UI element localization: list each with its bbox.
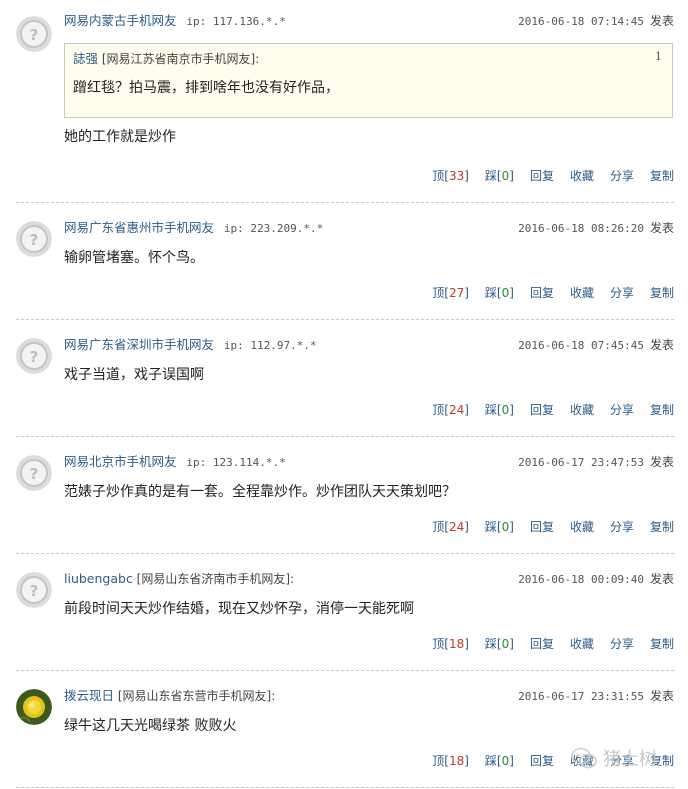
quote-location: [网易江苏省南京市手机网友]:: [101, 52, 260, 66]
copy-button[interactable]: 复制: [650, 403, 674, 417]
svg-text:?: ?: [30, 26, 39, 44]
ip-address: ip: 123.114.*.*: [186, 456, 286, 469]
svg-text:?: ?: [30, 582, 39, 600]
comment-header: 网易广东省深圳市手机网友 ip: 112.97.*.* 2016-06-18 0…: [64, 336, 674, 354]
avatar-default[interactable]: ?: [16, 338, 52, 374]
quote-header: 誌强 [网易江苏省南京市手机网友]:: [73, 51, 259, 67]
svg-text:?: ?: [30, 348, 39, 366]
quote-username-link[interactable]: 誌强: [73, 51, 98, 66]
reply-button[interactable]: 回复: [530, 520, 554, 534]
reply-button[interactable]: 回复: [530, 286, 554, 300]
comment-text: 输卵管堵塞。怀个鸟。: [64, 250, 204, 266]
copy-button[interactable]: 复制: [650, 637, 674, 651]
reply-button[interactable]: 回复: [530, 403, 554, 417]
username-link[interactable]: liubengabc: [64, 571, 133, 586]
ip-address: ip: 223.209.*.*: [223, 222, 324, 235]
downvote-button[interactable]: 踩[0]: [485, 520, 514, 534]
floor-number: 1: [655, 50, 662, 63]
ip-address: ip: 117.136.*.*: [186, 15, 286, 28]
upvote-button[interactable]: 顶[33]: [432, 169, 469, 183]
post-time: 2016-06-17 23:31:55 发表: [518, 689, 674, 703]
share-button[interactable]: 分享: [610, 403, 634, 417]
post-time: 2016-06-18 08:26:20 发表: [518, 221, 674, 235]
post-time: 2016-06-18 00:09:40 发表: [518, 572, 674, 586]
copy-button[interactable]: 复制: [650, 520, 674, 534]
avatar-default[interactable]: ?: [16, 455, 52, 491]
share-button[interactable]: 分享: [610, 637, 634, 651]
divider: [16, 319, 674, 320]
upvote-button[interactable]: 顶[18]: [432, 754, 469, 768]
divider: [16, 436, 674, 437]
comment-text: 她的工作就是炒作: [64, 129, 176, 145]
wechat-icon: [571, 747, 597, 769]
copy-button[interactable]: 复制: [650, 169, 674, 183]
watermark-text: 猪上树: [603, 749, 657, 770]
user-location: [网易山东省东营市手机网友]:: [117, 689, 276, 703]
favorite-button[interactable]: 收藏: [570, 169, 594, 183]
divider: [16, 787, 674, 788]
post-time: 2016-06-18 07:45:45 发表: [518, 338, 674, 352]
username-link[interactable]: 网易广东省惠州市手机网友: [64, 220, 214, 235]
comment-header: 网易北京市手机网友 ip: 123.114.*.* 2016-06-17 23:…: [64, 453, 674, 471]
reply-button[interactable]: 回复: [530, 637, 554, 651]
username-link[interactable]: 拨云现日: [64, 688, 114, 703]
svg-text:?: ?: [30, 465, 39, 483]
quote-text: 蹭红毯？拍马震，排到啥年也没有好作品，: [73, 80, 339, 96]
comment-text: 绿牛这几天光喝绿茶 败败火: [64, 718, 237, 734]
divider: [16, 202, 674, 203]
comment-header: 拨云现日 [网易山东省东营市手机网友]: 2016-06-17 23:31:55…: [64, 687, 674, 705]
comment-actions: 顶[18] 踩[0] 回复 收藏 分享 复制: [432, 635, 674, 653]
downvote-button[interactable]: 踩[0]: [485, 169, 514, 183]
upvote-button[interactable]: 顶[24]: [432, 520, 469, 534]
avatar-dandelion[interactable]: [16, 689, 52, 725]
share-button[interactable]: 分享: [610, 169, 634, 183]
copy-button[interactable]: 复制: [650, 286, 674, 300]
ip-address: ip: 112.97.*.*: [223, 339, 317, 352]
quoted-comment: 誌强 [网易江苏省南京市手机网友]: 1 蹭红毯？拍马震，排到啥年也没有好作品，: [64, 43, 673, 118]
avatar-default[interactable]: ?: [16, 16, 52, 52]
username-link[interactable]: 网易广东省深圳市手机网友: [64, 337, 214, 352]
avatar-default[interactable]: ?: [16, 221, 52, 257]
downvote-button[interactable]: 踩[0]: [485, 286, 514, 300]
user-location: [网易山东省济南市手机网友]:: [136, 572, 295, 586]
post-time: 2016-06-18 07:14:45 发表: [518, 14, 674, 28]
avatar-default[interactable]: ?: [16, 572, 52, 608]
divider: [16, 553, 674, 554]
downvote-button[interactable]: 踩[0]: [485, 637, 514, 651]
comment-header: 网易内蒙古手机网友 ip: 117.136.*.* 2016-06-18 07:…: [64, 12, 674, 30]
downvote-button[interactable]: 踩[0]: [485, 754, 514, 768]
upvote-button[interactable]: 顶[24]: [432, 403, 469, 417]
watermark: 猪上树: [571, 743, 657, 773]
divider: [16, 670, 674, 671]
reply-button[interactable]: 回复: [530, 754, 554, 768]
share-button[interactable]: 分享: [610, 286, 634, 300]
comment-actions: 顶[24] 踩[0] 回复 收藏 分享 复制: [432, 401, 674, 419]
username-link[interactable]: 网易内蒙古手机网友: [64, 13, 177, 28]
favorite-button[interactable]: 收藏: [570, 520, 594, 534]
post-time: 2016-06-17 23:47:53 发表: [518, 455, 674, 469]
comment-actions: 顶[24] 踩[0] 回复 收藏 分享 复制: [432, 518, 674, 536]
share-button[interactable]: 分享: [610, 520, 634, 534]
comment-header: 网易广东省惠州市手机网友 ip: 223.209.*.* 2016-06-18 …: [64, 219, 674, 237]
comment-text: 前段时间天天炒作结婚，现在又炒怀孕，消停一天能死啊: [64, 601, 414, 617]
upvote-button[interactable]: 顶[27]: [432, 286, 469, 300]
favorite-button[interactable]: 收藏: [570, 637, 594, 651]
downvote-button[interactable]: 踩[0]: [485, 403, 514, 417]
comment-text: 戏子当道，戏子误国啊: [64, 367, 204, 383]
favorite-button[interactable]: 收藏: [570, 403, 594, 417]
reply-button[interactable]: 回复: [530, 169, 554, 183]
comment-actions: 顶[27] 踩[0] 回复 收藏 分享 复制: [432, 284, 674, 302]
favorite-button[interactable]: 收藏: [570, 286, 594, 300]
svg-text:?: ?: [30, 231, 39, 249]
username-link[interactable]: 网易北京市手机网友: [64, 454, 177, 469]
comment-actions: 顶[33] 踩[0] 回复 收藏 分享 复制: [432, 167, 674, 185]
comment-text: 范婊子炒作真的是有一套。全程靠炒作。炒作团队天天策划吧？: [64, 484, 456, 500]
comment-header: liubengabc [网易山东省济南市手机网友]: 2016-06-18 00…: [64, 570, 674, 588]
upvote-button[interactable]: 顶[18]: [432, 637, 469, 651]
